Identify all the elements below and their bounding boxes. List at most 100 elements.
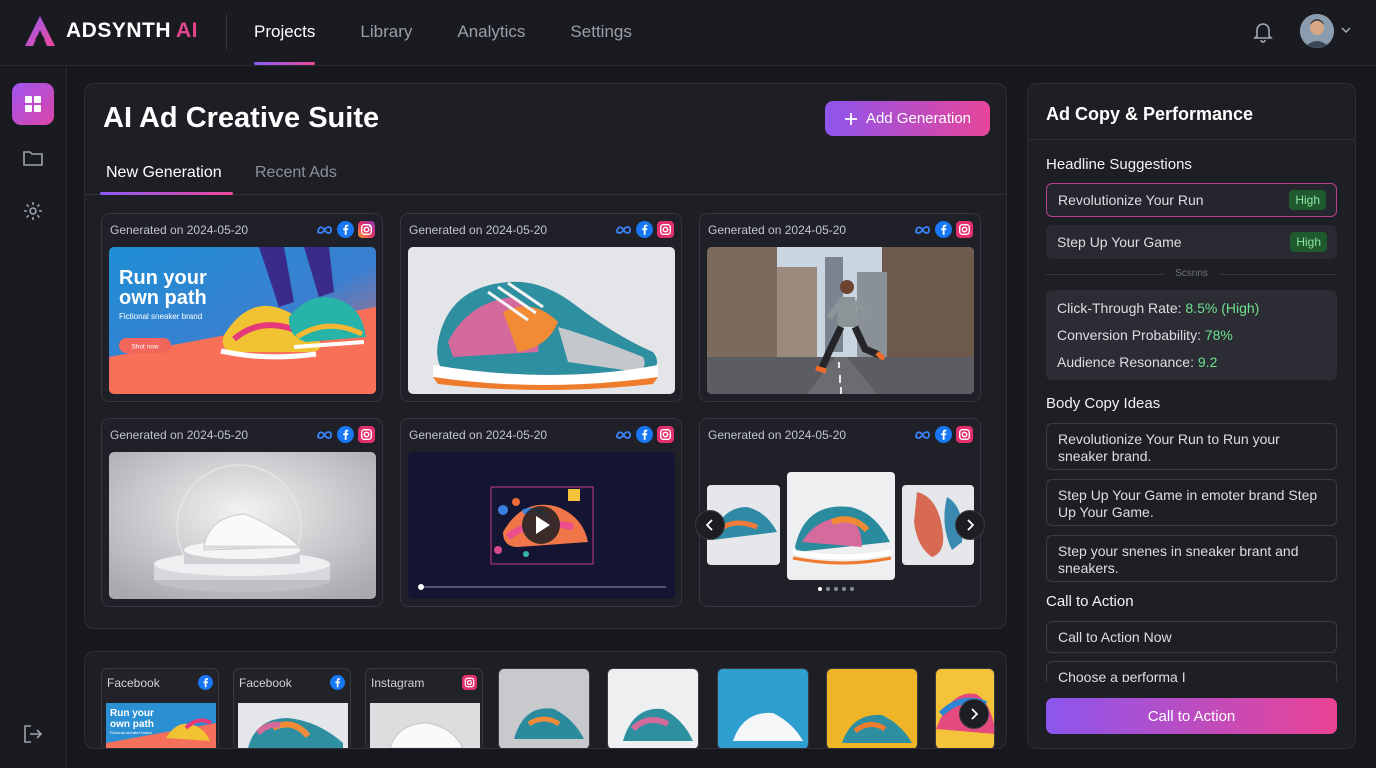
headline-suggestion[interactable]: Revolutionize Your Run High xyxy=(1046,183,1337,217)
gear-icon[interactable] xyxy=(22,200,44,222)
carousel-prev-button[interactable] xyxy=(695,510,725,540)
strip-next-button[interactable] xyxy=(959,699,989,729)
score-badge: High xyxy=(1289,190,1326,210)
placement-card[interactable] xyxy=(498,668,590,748)
ad-card[interactable]: Generated on 2024-05-20 xyxy=(400,418,682,607)
placement-thumbnail xyxy=(499,669,589,748)
divider xyxy=(1028,139,1355,140)
video-ad-player[interactable] xyxy=(408,452,675,599)
meta-icon xyxy=(915,225,930,234)
tab-recent-ads[interactable]: Recent Ads xyxy=(255,164,337,182)
placement-thumbnail xyxy=(370,703,480,748)
card-social-icons xyxy=(316,426,375,443)
grid-icon xyxy=(25,96,41,112)
nav-analytics[interactable]: Analytics xyxy=(457,0,525,66)
ad-card[interactable]: Generated on 2024-05-20 xyxy=(699,213,981,402)
bell-icon[interactable] xyxy=(1253,21,1273,43)
colorful-sneaker-photo xyxy=(408,247,675,394)
add-generation-button[interactable]: Add Generation xyxy=(825,101,990,136)
banner-shop-button: Shot now xyxy=(131,344,158,351)
placement-card[interactable] xyxy=(826,668,918,748)
instagram-icon xyxy=(358,426,375,443)
facebook-icon xyxy=(935,221,952,238)
carousel-next-button[interactable] xyxy=(955,510,985,540)
metric-conversion: Conversion Probability: 78% xyxy=(1057,327,1233,343)
chevron-down-icon[interactable] xyxy=(1341,27,1351,34)
ad-card[interactable]: Generated on 2024-05-20 Run your own pat… xyxy=(101,213,383,402)
facebook-icon xyxy=(337,221,354,238)
placement-label: Facebook xyxy=(107,676,160,690)
body-copy-idea[interactable]: Step Up Your Game in emoter brand Step U… xyxy=(1046,479,1337,526)
section-divider: Scsnns xyxy=(1046,268,1337,280)
ad-card[interactable]: Generated on 2024-05-20 xyxy=(400,213,682,402)
runner-city-street xyxy=(707,247,974,394)
video-progress-bar xyxy=(420,586,666,588)
tab-bar: New Generation Recent Ads xyxy=(85,154,1006,195)
sneaker-carousel[interactable] xyxy=(707,452,974,599)
call-to-action-button[interactable]: Call to Action xyxy=(1046,698,1337,734)
instagram-icon xyxy=(657,221,674,238)
nav-settings[interactable]: Settings xyxy=(570,0,631,66)
card-date: Generated on 2024-05-20 xyxy=(409,428,548,442)
placement-label: Instagram xyxy=(371,676,425,690)
facebook-icon xyxy=(330,675,345,690)
cta-option[interactable]: Call to Action Now xyxy=(1046,621,1337,653)
metric-ctr: Click-Through Rate: 8.5% (High) xyxy=(1057,300,1260,316)
panel-title: Ad Copy & Performance xyxy=(1046,104,1254,124)
suggestion-text: Revolutionize Your Run xyxy=(1058,192,1204,208)
instagram-icon xyxy=(462,675,477,690)
body-copy-idea[interactable]: Step your snenes in sneaker brant and sn… xyxy=(1046,535,1337,582)
ad-card[interactable]: Generated on 2024-05-20 xyxy=(101,418,383,607)
sneaker-banner-ad: Run your own path Fictional sneaker bran… xyxy=(109,247,376,394)
ad-card[interactable]: Generated on 2024-05-20 xyxy=(699,418,981,607)
headline-suggestion[interactable]: Step Up Your Game High xyxy=(1046,225,1337,259)
card-social-icons xyxy=(615,426,674,443)
facebook-icon xyxy=(636,221,653,238)
placement-card[interactable]: Instagram xyxy=(365,668,483,748)
placement-thumbnail xyxy=(608,669,698,748)
creative-panel: AI Ad Creative Suite Add Generation New … xyxy=(84,83,1007,629)
nav-library[interactable]: Library xyxy=(360,0,412,66)
chevron-right-icon xyxy=(971,708,978,720)
sidebar xyxy=(0,66,67,768)
banner-headline-1: Run your xyxy=(119,267,207,289)
metric-resonance: Audience Resonance: 9.2 xyxy=(1057,354,1218,370)
chevron-right-icon xyxy=(967,519,974,531)
meta-icon xyxy=(616,225,631,234)
tab-new-generation[interactable]: New Generation xyxy=(106,164,222,182)
nav-projects[interactable]: Projects xyxy=(254,0,316,66)
mini-subtitle: Fictional sneaker brand xyxy=(110,730,152,735)
mini-headline-1: Run your xyxy=(110,708,154,719)
instagram-icon xyxy=(956,221,973,238)
body-section-title: Body Copy Ideas xyxy=(1046,395,1161,412)
cta-section-title: Call to Action xyxy=(1046,593,1134,610)
page-title: AI Ad Creative Suite xyxy=(103,102,380,134)
placement-card[interactable]: Facebook Run your own path Fictional sne… xyxy=(101,668,219,748)
white-sneaker-pedestal xyxy=(109,452,376,599)
folder-icon[interactable] xyxy=(22,147,44,169)
body-copy-idea[interactable]: Revolutionize Your Run to Run your sneak… xyxy=(1046,423,1337,470)
card-date: Generated on 2024-05-20 xyxy=(708,428,847,442)
score-badge: High xyxy=(1290,232,1327,252)
brand-logo[interactable]: ADSYNTH AI xyxy=(24,15,198,47)
banner-subtitle: Fictional sneaker brand xyxy=(119,312,202,321)
card-date: Generated on 2024-05-20 xyxy=(409,223,548,237)
placement-thumbnail xyxy=(718,669,808,748)
placement-thumbnail xyxy=(827,669,917,748)
card-social-icons xyxy=(914,221,973,238)
logout-icon[interactable] xyxy=(22,723,44,745)
placement-card[interactable] xyxy=(607,668,699,748)
metric-resonance-value: 9.2 xyxy=(1197,354,1218,370)
avatar[interactable] xyxy=(1300,14,1334,48)
logo-icon xyxy=(25,16,55,46)
sidebar-dashboard[interactable] xyxy=(12,83,54,125)
headline-section-title: Headline Suggestions xyxy=(1046,156,1192,173)
placement-card[interactable]: Facebook xyxy=(233,668,351,748)
plus-icon xyxy=(844,112,857,125)
mini-headline-2: own path xyxy=(110,719,154,730)
placement-thumbnail: Run your own path Fictional sneaker bran… xyxy=(106,703,216,748)
ad-copy-panel: Ad Copy & Performance Headline Suggestio… xyxy=(1027,83,1356,749)
main-nav: Projects Library Analytics Settings xyxy=(254,0,632,66)
placement-card[interactable] xyxy=(717,668,809,748)
placement-thumbnail xyxy=(238,703,348,748)
